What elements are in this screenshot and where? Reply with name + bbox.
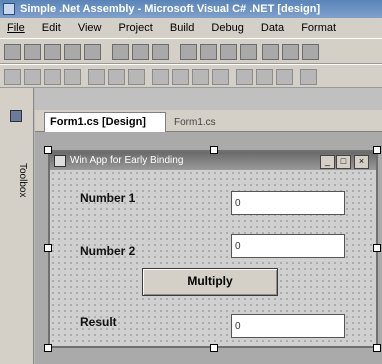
- vertical-spacing-icon[interactable]: [300, 69, 317, 85]
- make-same-width-icon[interactable]: [152, 69, 169, 85]
- resize-handle-top-right[interactable]: [373, 146, 381, 154]
- result-label: Result: [80, 315, 117, 329]
- maximize-icon[interactable]: □: [336, 155, 351, 169]
- menu-build[interactable]: Build: [163, 18, 201, 38]
- align-top-icon[interactable]: [88, 69, 105, 85]
- menu-data[interactable]: Data: [254, 18, 291, 38]
- number1-label: Number 1: [80, 191, 136, 205]
- increase-spacing-icon[interactable]: [256, 69, 273, 85]
- tab-form1-code[interactable]: Form1.cs: [168, 114, 228, 131]
- menu-bar: File Edit View Project Build Debug Data …: [0, 18, 382, 38]
- open-file-icon[interactable]: [44, 44, 61, 60]
- toolbox-tab[interactable]: Toolbox: [4, 150, 28, 210]
- resize-handle-middle-right[interactable]: [373, 244, 381, 252]
- save-icon[interactable]: [64, 44, 81, 60]
- result-input[interactable]: [231, 314, 345, 338]
- undo-icon[interactable]: [180, 44, 197, 60]
- resize-handle-bottom-left[interactable]: [44, 344, 52, 352]
- resize-handle-top-center[interactable]: [210, 146, 218, 154]
- size-to-grid-icon[interactable]: [212, 69, 229, 85]
- number2-input[interactable]: [231, 234, 345, 258]
- menu-project[interactable]: Project: [112, 18, 160, 38]
- horizontal-spacing-icon[interactable]: [236, 69, 253, 85]
- close-icon[interactable]: ×: [354, 155, 369, 169]
- align-bottom-icon[interactable]: [128, 69, 145, 85]
- align-center-icon[interactable]: [44, 69, 61, 85]
- standard-toolbar: [0, 38, 382, 64]
- toolbox-icon[interactable]: [10, 110, 22, 122]
- config-icon[interactable]: [302, 44, 319, 60]
- cut-icon[interactable]: [112, 44, 129, 60]
- redo-icon[interactable]: [220, 44, 237, 60]
- menu-debug[interactable]: Debug: [204, 18, 250, 38]
- app-icon: [3, 3, 15, 15]
- start-icon[interactable]: [282, 44, 299, 60]
- menu-format[interactable]: Format: [294, 18, 343, 38]
- form-icon: [54, 155, 66, 167]
- menu-view[interactable]: View: [71, 18, 109, 38]
- add-item-icon[interactable]: [24, 44, 41, 60]
- menu-file[interactable]: File: [0, 18, 32, 38]
- make-same-height-icon[interactable]: [172, 69, 189, 85]
- undo-dropdown-icon[interactable]: [200, 44, 217, 60]
- resize-handle-bottom-center[interactable]: [210, 344, 218, 352]
- align-left-icon[interactable]: [24, 69, 41, 85]
- menu-edit[interactable]: Edit: [35, 18, 68, 38]
- new-project-icon[interactable]: [4, 44, 21, 60]
- copy-icon[interactable]: [132, 44, 149, 60]
- align-middle-icon[interactable]: [108, 69, 125, 85]
- resize-handle-middle-left[interactable]: [44, 244, 52, 252]
- resize-handle-bottom-right[interactable]: [373, 344, 381, 352]
- minimize-icon[interactable]: _: [320, 155, 335, 169]
- number2-label: Number 2: [80, 244, 136, 258]
- make-same-size-icon[interactable]: [192, 69, 209, 85]
- align-to-grid-icon[interactable]: [4, 69, 21, 85]
- left-dock: [0, 88, 34, 364]
- resize-handle-top-left[interactable]: [44, 146, 52, 154]
- paste-icon[interactable]: [152, 44, 169, 60]
- tab-form1-design[interactable]: Form1.cs [Design]: [44, 112, 166, 132]
- multiply-button[interactable]: Multiply: [142, 268, 278, 296]
- navigate-icon[interactable]: [262, 44, 279, 60]
- redo-dropdown-icon[interactable]: [240, 44, 257, 60]
- save-all-icon[interactable]: [84, 44, 101, 60]
- layout-toolbar: [0, 64, 382, 88]
- window-title: Simple .Net Assembly - Microsoft Visual …: [0, 0, 382, 18]
- decrease-spacing-icon[interactable]: [276, 69, 293, 85]
- number1-input[interactable]: [231, 191, 345, 215]
- align-right-icon[interactable]: [64, 69, 81, 85]
